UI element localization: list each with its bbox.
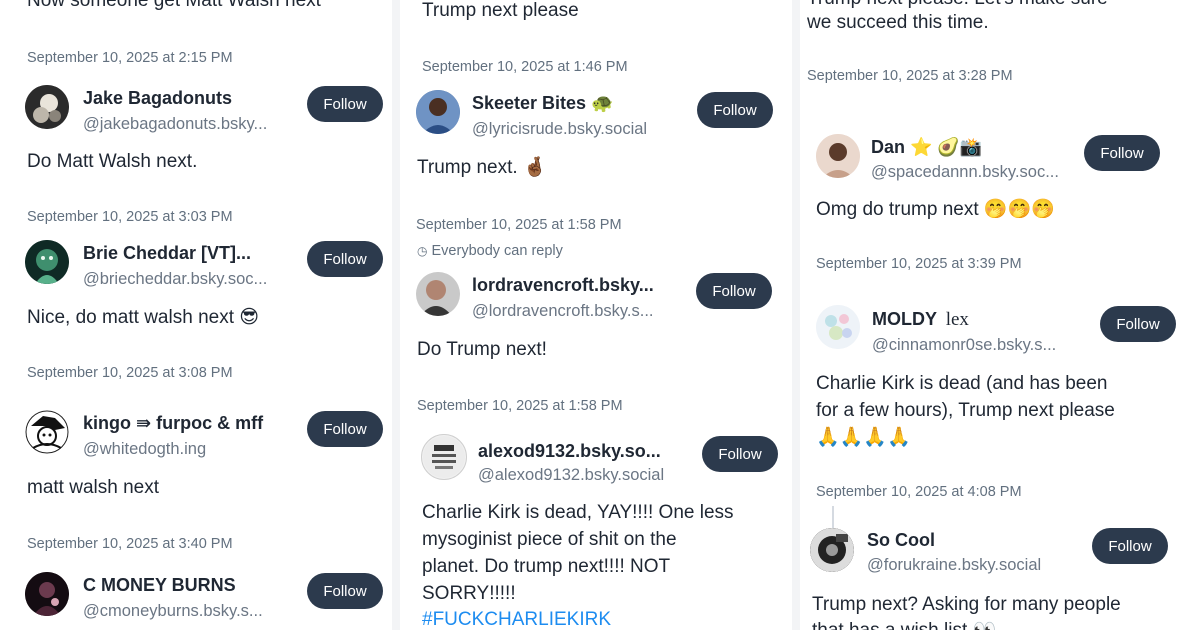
author-handle[interactable]: @briecheddar.bsky.soc... <box>83 270 267 289</box>
feed-column-3: Trump next please. Let's make sure we su… <box>796 0 1200 630</box>
post-timestamp: September 10, 2025 at 3:28 PM <box>807 68 1013 84</box>
post-text-cut: Now someone get Matt Walsh next <box>27 0 321 11</box>
avatar[interactable] <box>810 528 854 572</box>
author-name[interactable]: So Cool <box>867 530 935 551</box>
avatar[interactable] <box>816 134 860 178</box>
post-timestamp: September 10, 2025 at 3:08 PM <box>27 365 233 381</box>
feed-column-2: Trump next please September 10, 2025 at … <box>396 0 796 630</box>
author-name[interactable]: Brie Cheddar [VT]... <box>83 243 251 264</box>
post-timestamp: September 10, 2025 at 1:58 PM <box>416 217 622 233</box>
follow-button[interactable]: Follow <box>1084 135 1160 171</box>
post-timestamp: September 10, 2025 at 2:15 PM <box>27 50 233 66</box>
thread-line <box>832 506 834 528</box>
reply-setting: ◷ Everybody can reply <box>417 243 563 259</box>
follow-button[interactable]: Follow <box>307 86 383 122</box>
post-text-line: mysoginist piece of shit on the <box>422 529 677 550</box>
post-text-line: Charlie Kirk is dead (and has been <box>816 373 1108 394</box>
post-text: Do Matt Walsh next. <box>27 151 198 172</box>
author-name[interactable]: kingo ⇛ furpoc & mff <box>83 413 263 434</box>
hashtag-link[interactable]: #FUCKCHARLIEKIRK <box>422 606 611 630</box>
avatar[interactable] <box>421 434 467 480</box>
author-handle[interactable]: @spacedannn.bsky.soc... <box>871 163 1059 182</box>
post-text: Do Trump next! <box>417 339 547 360</box>
post-timestamp: September 10, 2025 at 3:39 PM <box>816 256 1022 272</box>
post-timestamp: September 10, 2025 at 1:46 PM <box>422 59 628 75</box>
author-name[interactable]: lordravencroft.bsky... <box>472 275 654 296</box>
author-name[interactable]: Skeeter Bites 🐢 <box>472 93 613 114</box>
follow-button[interactable]: Follow <box>307 411 383 447</box>
feed-column-1: Now someone get Matt Walsh next Septembe… <box>0 0 396 630</box>
author-handle[interactable]: @jakebagadonuts.bsky... <box>83 115 267 134</box>
author-handle[interactable]: @cmoneyburns.bsky.s... <box>83 602 263 621</box>
follow-button[interactable]: Follow <box>307 241 383 277</box>
post-text-line: SORRY!!!!! <box>422 583 516 604</box>
avatar[interactable] <box>816 305 860 349</box>
post-text-line: 🙏🙏🙏🙏 <box>816 427 911 448</box>
avatar[interactable] <box>416 272 460 316</box>
follow-button[interactable]: Follow <box>702 436 778 472</box>
author-name[interactable]: C MONEY BURNS <box>83 575 236 596</box>
post-timestamp: September 10, 2025 at 4:08 PM <box>816 484 1022 500</box>
post-timestamp: September 10, 2025 at 1:58 PM <box>417 398 623 414</box>
author-name[interactable]: alexod9132.bsky.so... <box>478 441 661 462</box>
post-text-cut: Trump next please. Let's make sure <box>807 0 1108 10</box>
post-text-line: that has a wish list 👀 <box>812 617 996 630</box>
post-text-line: Charlie Kirk is dead, YAY!!!! One less <box>422 502 734 523</box>
post-text: Nice, do matt walsh next 😎 <box>27 307 260 328</box>
avatar[interactable] <box>25 572 69 616</box>
follow-button[interactable]: Follow <box>307 573 383 609</box>
avatar[interactable] <box>25 85 69 129</box>
follow-button[interactable]: Follow <box>696 273 772 309</box>
post-timestamp: September 10, 2025 at 3:03 PM <box>27 209 233 225</box>
avatar[interactable] <box>416 90 460 134</box>
follow-button[interactable]: Follow <box>697 92 773 128</box>
post-text: Trump next. 🤞🏾 <box>417 157 547 178</box>
author-handle[interactable]: @lordravencroft.bsky.s... <box>472 302 654 321</box>
author-handle[interactable]: @alexod9132.bsky.social <box>478 466 664 485</box>
follow-button[interactable]: Follow <box>1092 528 1168 564</box>
post-text-line: for a few hours), Trump next please <box>816 400 1115 421</box>
author-name[interactable]: Dan ⭐ 🥑📸 <box>871 137 982 158</box>
author-name[interactable]: MOLDY lex <box>872 309 969 331</box>
author-handle[interactable]: @forukraine.bsky.social <box>867 556 1041 575</box>
avatar[interactable] <box>25 410 69 454</box>
post-text: matt walsh next <box>27 477 159 498</box>
post-timestamp: September 10, 2025 at 3:40 PM <box>27 536 233 552</box>
follow-button[interactable]: Follow <box>1100 306 1176 342</box>
globe-icon: ◷ <box>417 244 428 258</box>
author-handle[interactable]: @lyricisrude.bsky.social <box>472 120 647 139</box>
post-text: Omg do trump next 🤭🤭🤭 <box>816 199 1055 220</box>
post-text-cut: we succeed this time. <box>807 12 989 33</box>
avatar[interactable] <box>25 240 69 284</box>
author-name[interactable]: Jake Bagadonuts <box>83 88 232 109</box>
post-text-cut: Trump next please <box>422 0 579 21</box>
post-text-line: planet. Do trump next!!!! NOT <box>422 556 671 577</box>
post-text-line: Trump next? Asking for many people <box>812 594 1121 615</box>
author-handle[interactable]: @cinnamonr0se.bsky.s... <box>872 336 1056 355</box>
author-handle[interactable]: @whitedogth.ing <box>83 440 206 459</box>
